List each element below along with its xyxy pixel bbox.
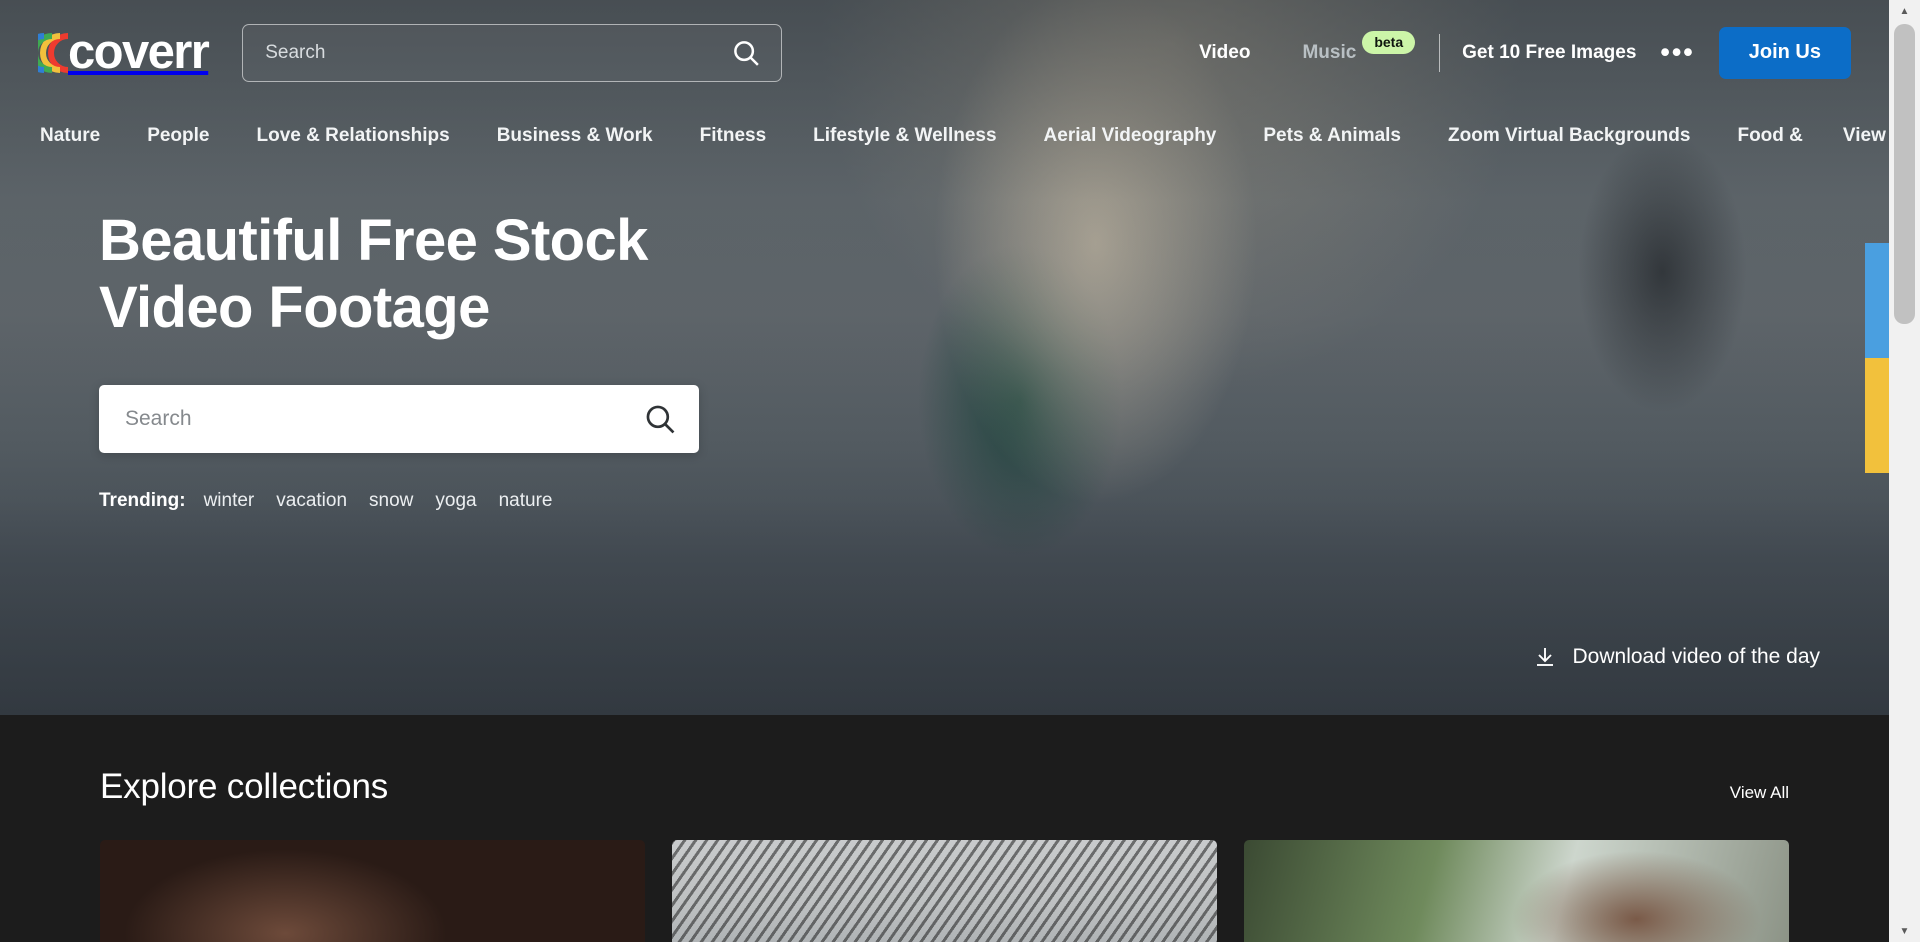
- color-strip-yellow: [1865, 358, 1891, 473]
- scrollbar-up-arrow[interactable]: ▲: [1889, 0, 1920, 22]
- category-pets-animals[interactable]: Pets & Animals: [1263, 125, 1401, 147]
- category-business-work[interactable]: Business & Work: [497, 125, 653, 147]
- browser-viewport: coverr Video Music beta Get 10 Free Imag…: [0, 0, 1920, 942]
- scrollbar-down-arrow[interactable]: ▼: [1889, 920, 1920, 942]
- header-right-group: Video Music beta Get 10 Free Images ••• …: [1173, 26, 1851, 79]
- trending-tag-yoga[interactable]: yoga: [435, 490, 476, 512]
- color-strip-blue: [1865, 243, 1891, 358]
- nav-video[interactable]: Video: [1173, 43, 1276, 62]
- explore-collections-section: Explore collections View All: [0, 715, 1889, 942]
- collection-card-2[interactable]: [672, 840, 1217, 942]
- more-menu-icon[interactable]: •••: [1636, 39, 1718, 66]
- collection-card-3[interactable]: [1244, 840, 1789, 942]
- logo-wordmark: coverr: [68, 25, 210, 79]
- nav-music[interactable]: Music: [1276, 43, 1362, 62]
- hero-search-box[interactable]: [99, 385, 699, 453]
- download-video-of-the-day-link[interactable]: Download video of the day: [1533, 645, 1821, 669]
- trending-tag-vacation[interactable]: vacation: [276, 490, 347, 512]
- trending-row: Trending: winter vacation snow yoga natu…: [99, 490, 574, 512]
- header-primary-nav: Video Music beta: [1173, 31, 1429, 64]
- search-icon[interactable]: [731, 38, 761, 68]
- category-lifestyle-wellness[interactable]: Lifestyle & Wellness: [813, 125, 996, 147]
- header-search-box[interactable]: [242, 23, 783, 82]
- header-search-input[interactable]: [265, 41, 732, 64]
- collections-view-all[interactable]: View All: [1730, 783, 1789, 803]
- hero-title-line2: Video Footage: [99, 274, 490, 340]
- collections-grid: [100, 840, 1789, 942]
- download-video-label: Download video of the day: [1572, 645, 1821, 668]
- collections-title: Explore collections: [100, 767, 389, 806]
- hero-title-line1: Beautiful Free Stock: [99, 208, 648, 273]
- hero-color-strip: [1865, 243, 1891, 473]
- collections-header: Explore collections View All: [100, 715, 1789, 807]
- collection-card-1[interactable]: [100, 840, 645, 942]
- trending-tag-snow[interactable]: snow: [369, 490, 413, 512]
- coverr-logo[interactable]: coverr: [38, 25, 210, 81]
- download-icon: [1536, 648, 1553, 666]
- category-fitness[interactable]: Fitness: [700, 125, 767, 147]
- scrollbar-thumb[interactable]: [1894, 24, 1915, 324]
- page-scrollbar[interactable]: ▲ ▼: [1889, 0, 1920, 942]
- trending-label: Trending:: [99, 490, 186, 511]
- join-us-button[interactable]: Join Us: [1718, 26, 1851, 79]
- get-free-images-link[interactable]: Get 10 Free Images: [1462, 42, 1636, 64]
- trending-tag-winter[interactable]: winter: [204, 490, 255, 512]
- category-love-relationships[interactable]: Love & Relationships: [257, 125, 450, 147]
- category-people[interactable]: People: [147, 125, 209, 147]
- hero-search-input[interactable]: [125, 407, 643, 431]
- category-aerial-videography[interactable]: Aerial Videography: [1044, 125, 1217, 147]
- category-food[interactable]: Food &: [1737, 125, 1802, 147]
- trending-tag-nature[interactable]: nature: [499, 490, 553, 512]
- category-zoom-virtual-backgrounds[interactable]: Zoom Virtual Backgrounds: [1448, 125, 1690, 147]
- beta-badge: beta: [1362, 31, 1416, 54]
- category-nav: Nature People Love & Relationships Busin…: [0, 105, 1912, 167]
- hero-search-icon[interactable]: [643, 402, 677, 436]
- header-divider: [1439, 33, 1441, 72]
- hero-title: Beautiful Free Stock Video Footage: [99, 208, 819, 341]
- site-header: coverr Video Music beta Get 10 Free Imag…: [0, 0, 1889, 105]
- coverr-rainbow-logo-icon: [38, 32, 69, 73]
- category-nature[interactable]: Nature: [40, 125, 100, 147]
